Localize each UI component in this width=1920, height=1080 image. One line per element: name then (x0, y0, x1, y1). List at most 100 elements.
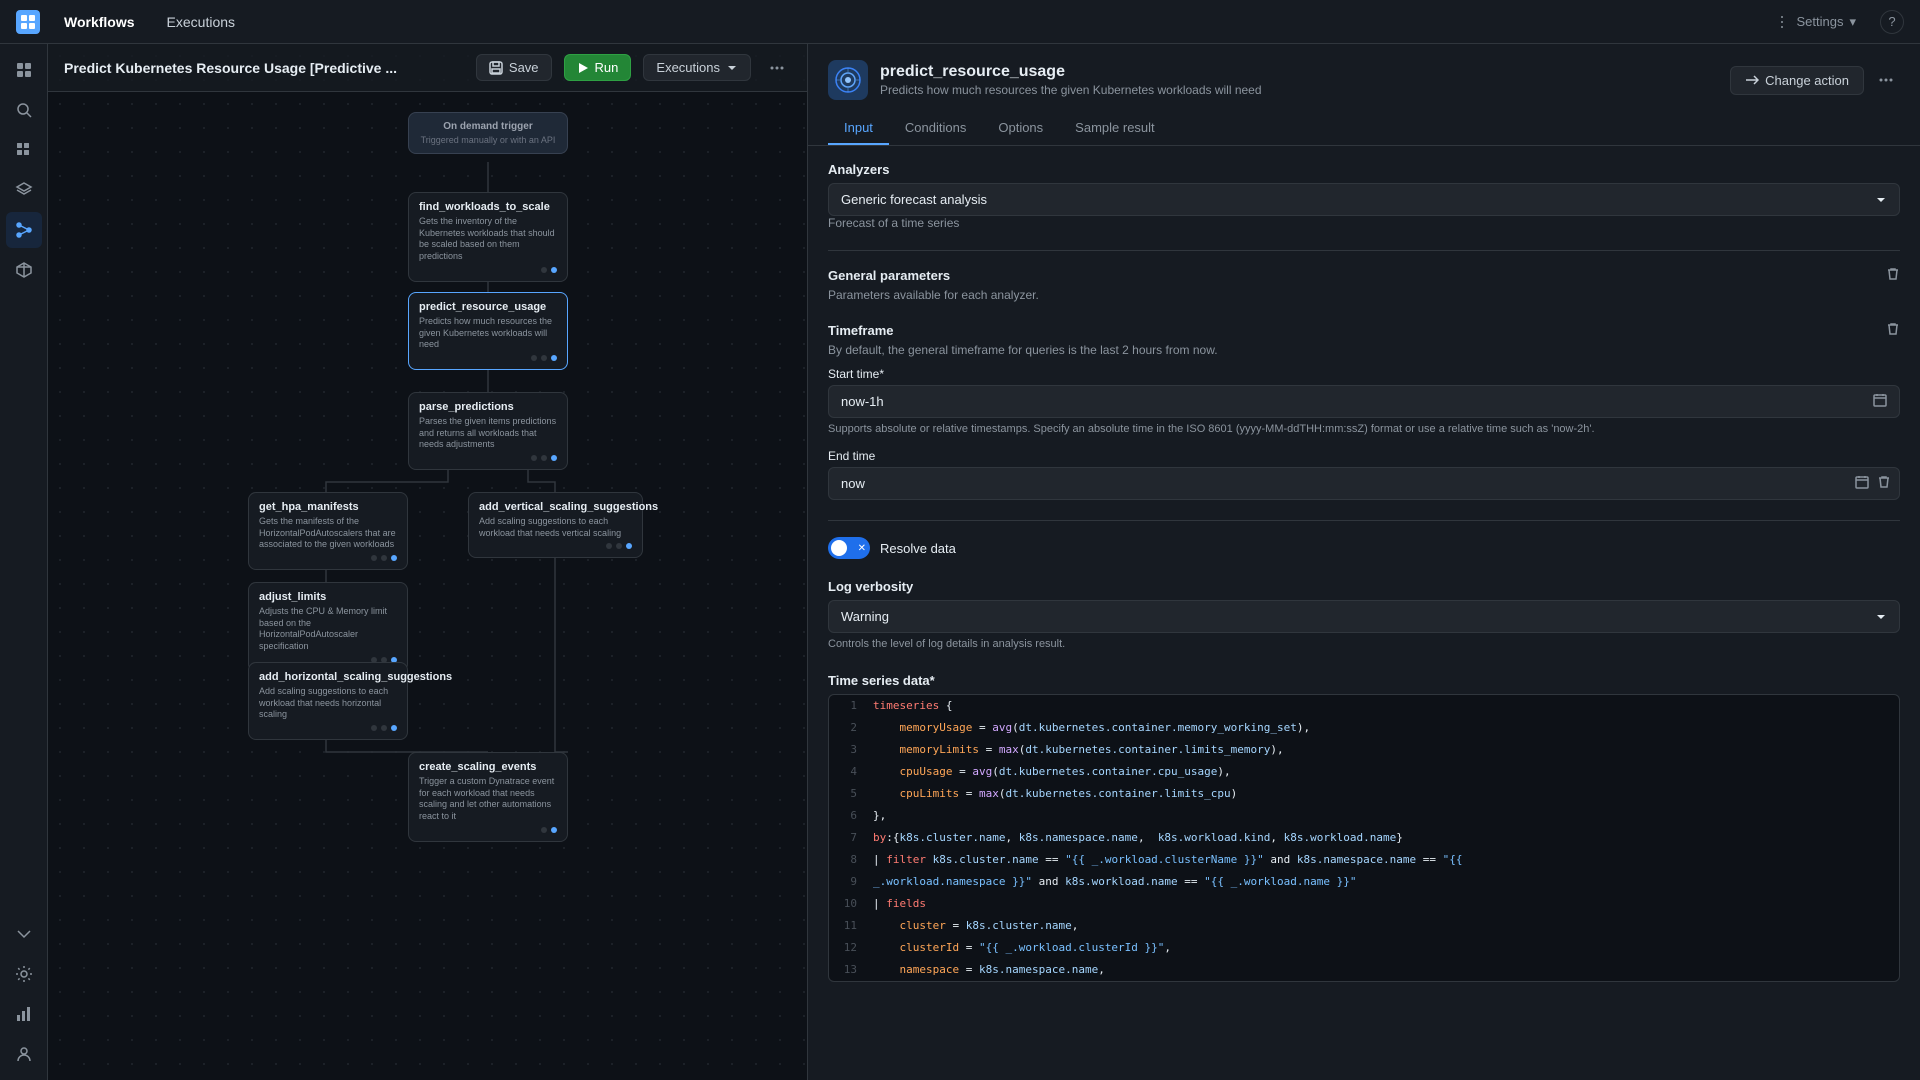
settings-button[interactable]: Settings ▾ (1766, 10, 1864, 34)
top-nav: Workflows Executions Settings ▾ ? (0, 0, 1920, 44)
timeframe-section: Timeframe By default, the general timefr… (828, 322, 1900, 500)
workflow-nodes: On demand trigger Triggered manually or … (48, 92, 807, 1080)
log-verbosity-section: Log verbosity Warning Controls the level… (828, 579, 1900, 652)
code-editor[interactable]: 1 timeseries { 2 memoryUsage = avg(dt.ku… (828, 694, 1900, 982)
code-line-4: 4 cpuUsage = avg(dt.kubernetes.container… (829, 761, 1899, 783)
log-verbosity-select[interactable]: Warning (828, 600, 1900, 633)
node-parse-icons (419, 455, 557, 461)
workflow-more-button[interactable] (763, 54, 791, 82)
code-line-1: 1 timeseries { (829, 695, 1899, 717)
start-time-field: Start time* (828, 367, 1900, 437)
code-line-13: 13 namespace = k8s.namespace.name, (829, 959, 1899, 981)
panel-more-button[interactable] (1872, 66, 1900, 94)
node-dot-8 (551, 455, 557, 461)
right-panel: predict_resource_usage Predicts how much… (808, 44, 1920, 1080)
sidebar-icon-expand[interactable] (6, 916, 42, 952)
sidebar-icon-home[interactable] (6, 52, 42, 88)
code-line-8: 8 | filter k8s.cluster.name == "{{ _.wor… (829, 849, 1899, 871)
nav-executions[interactable]: Executions (159, 10, 243, 34)
node-dot-6 (531, 455, 537, 461)
node-parse-predictions[interactable]: parse_predictions Parses the given items… (408, 392, 568, 470)
analyzers-label: Analyzers (828, 162, 1900, 177)
general-params-header: General parameters (828, 267, 1900, 284)
node-dot-12 (606, 543, 612, 549)
nav-workflows[interactable]: Workflows (56, 10, 143, 34)
node-trigger[interactable]: On demand trigger Triggered manually or … (408, 112, 568, 154)
end-time-input-wrapper[interactable] (828, 467, 1900, 500)
code-line-2: 2 memoryUsage = avg(dt.kubernetes.contai… (829, 717, 1899, 739)
action-info: predict_resource_usage Predicts how much… (880, 63, 1718, 97)
node-dot-7 (541, 455, 547, 461)
timeframe-title: Timeframe (828, 323, 894, 338)
node-add-vertical[interactable]: add_vertical_scaling_suggestions Add sca… (468, 492, 643, 558)
sidebar-icon-settings[interactable] (6, 956, 42, 992)
save-button[interactable]: Save (476, 54, 552, 81)
node-horizontal-title: add_horizontal_scaling_suggestions (259, 671, 397, 683)
timeframe-delete[interactable] (1886, 322, 1900, 339)
node-add-horizontal[interactable]: add_horizontal_scaling_suggestions Add s… (248, 662, 408, 740)
help-button[interactable]: ? (1880, 10, 1904, 34)
resolve-data-section: ✕ Resolve data (828, 537, 1900, 559)
log-verbosity-label: Log verbosity (828, 579, 1900, 594)
node-adjust-limits[interactable]: adjust_limits Adjusts the CPU & Memory l… (248, 582, 408, 672)
sidebar-icon-box[interactable] (6, 252, 42, 288)
content-area: Predict Kubernetes Resource Usage [Predi… (48, 44, 1920, 1080)
change-action-button[interactable]: Change action (1730, 66, 1864, 95)
node-adjust-desc: Adjusts the CPU & Memory limit based on … (259, 606, 397, 653)
node-horizontal-desc: Add scaling suggestions to each workload… (259, 686, 397, 721)
node-hpa-title: get_hpa_manifests (259, 501, 397, 513)
workflow-canvas[interactable]: Predict Kubernetes Resource Usage [Predi… (48, 44, 808, 1080)
workflow-header: Predict Kubernetes Resource Usage [Predi… (48, 44, 807, 92)
node-get-hpa[interactable]: get_hpa_manifests Gets the manifests of … (248, 492, 408, 570)
node-find-workloads-icons (419, 267, 557, 273)
code-line-12: 12 clusterId = "{{ _.workload.clusterId … (829, 937, 1899, 959)
start-time-input[interactable] (841, 386, 1869, 417)
resolve-data-toggle[interactable]: ✕ (828, 537, 870, 559)
start-time-hint: Supports absolute or relative timestamps… (828, 422, 1900, 437)
save-label: Save (509, 60, 539, 75)
action-header-actions: Change action (1730, 66, 1900, 95)
node-horizontal-icons (259, 725, 397, 731)
right-panel-body[interactable]: Analyzers Generic forecast analysis Fore… (808, 146, 1920, 1080)
node-predict-resource[interactable]: predict_resource_usage Predicts how much… (408, 292, 568, 370)
analyzers-select[interactable]: Generic forecast analysis (828, 183, 1900, 216)
end-time-label-row: End time (828, 449, 1900, 463)
node-find-workloads-title: find_workloads_to_scale (419, 201, 557, 213)
settings-chevron: ▾ (1849, 14, 1856, 30)
general-params-desc: Parameters available for each analyzer. (828, 288, 1900, 302)
tab-options[interactable]: Options (982, 112, 1059, 145)
sidebar-icon-layers[interactable] (6, 172, 42, 208)
sidebar-icon-search[interactable] (6, 92, 42, 128)
resolve-data-row: ✕ Resolve data (828, 537, 1900, 559)
node-find-workloads[interactable]: find_workloads_to_scale Gets the invento… (408, 192, 568, 282)
main-layout: Predict Kubernetes Resource Usage [Predi… (0, 44, 1920, 1080)
sidebar-icon-workflows[interactable] (6, 212, 42, 248)
general-params-delete[interactable] (1886, 267, 1900, 284)
executions-button[interactable]: Executions (643, 54, 751, 81)
sidebar-icon-apps[interactable] (6, 132, 42, 168)
end-time-input[interactable] (841, 468, 1851, 499)
sidebar-icon-chart[interactable] (6, 996, 42, 1032)
action-desc: Predicts how much resources the given Ku… (880, 83, 1718, 97)
timeframe-header: Timeframe (828, 322, 1900, 339)
tab-conditions[interactable]: Conditions (889, 112, 982, 145)
node-dot-2 (551, 267, 557, 273)
tab-input[interactable]: Input (828, 112, 889, 145)
tab-sample-result[interactable]: Sample result (1059, 112, 1170, 145)
node-dot-3 (531, 355, 537, 361)
start-time-calendar-icon[interactable] (1869, 389, 1891, 414)
node-create-scaling[interactable]: create_scaling_events Trigger a custom D… (408, 752, 568, 842)
end-time-field: End time (828, 449, 1900, 500)
end-time-calendar-icon[interactable] (1851, 471, 1873, 496)
sidebar-icon-user[interactable] (6, 1036, 42, 1072)
node-vertical-desc: Add scaling suggestions to each workload… (479, 516, 632, 539)
left-sidebar (0, 44, 48, 1080)
node-dot-20 (391, 725, 397, 731)
start-time-input-wrapper[interactable] (828, 385, 1900, 418)
node-parse-title: parse_predictions (419, 401, 557, 413)
node-create-title: create_scaling_events (419, 761, 557, 773)
node-dot-11 (391, 555, 397, 561)
end-time-delete[interactable] (1877, 475, 1891, 492)
node-predict-icons (419, 355, 557, 361)
run-button[interactable]: Run (564, 54, 632, 81)
